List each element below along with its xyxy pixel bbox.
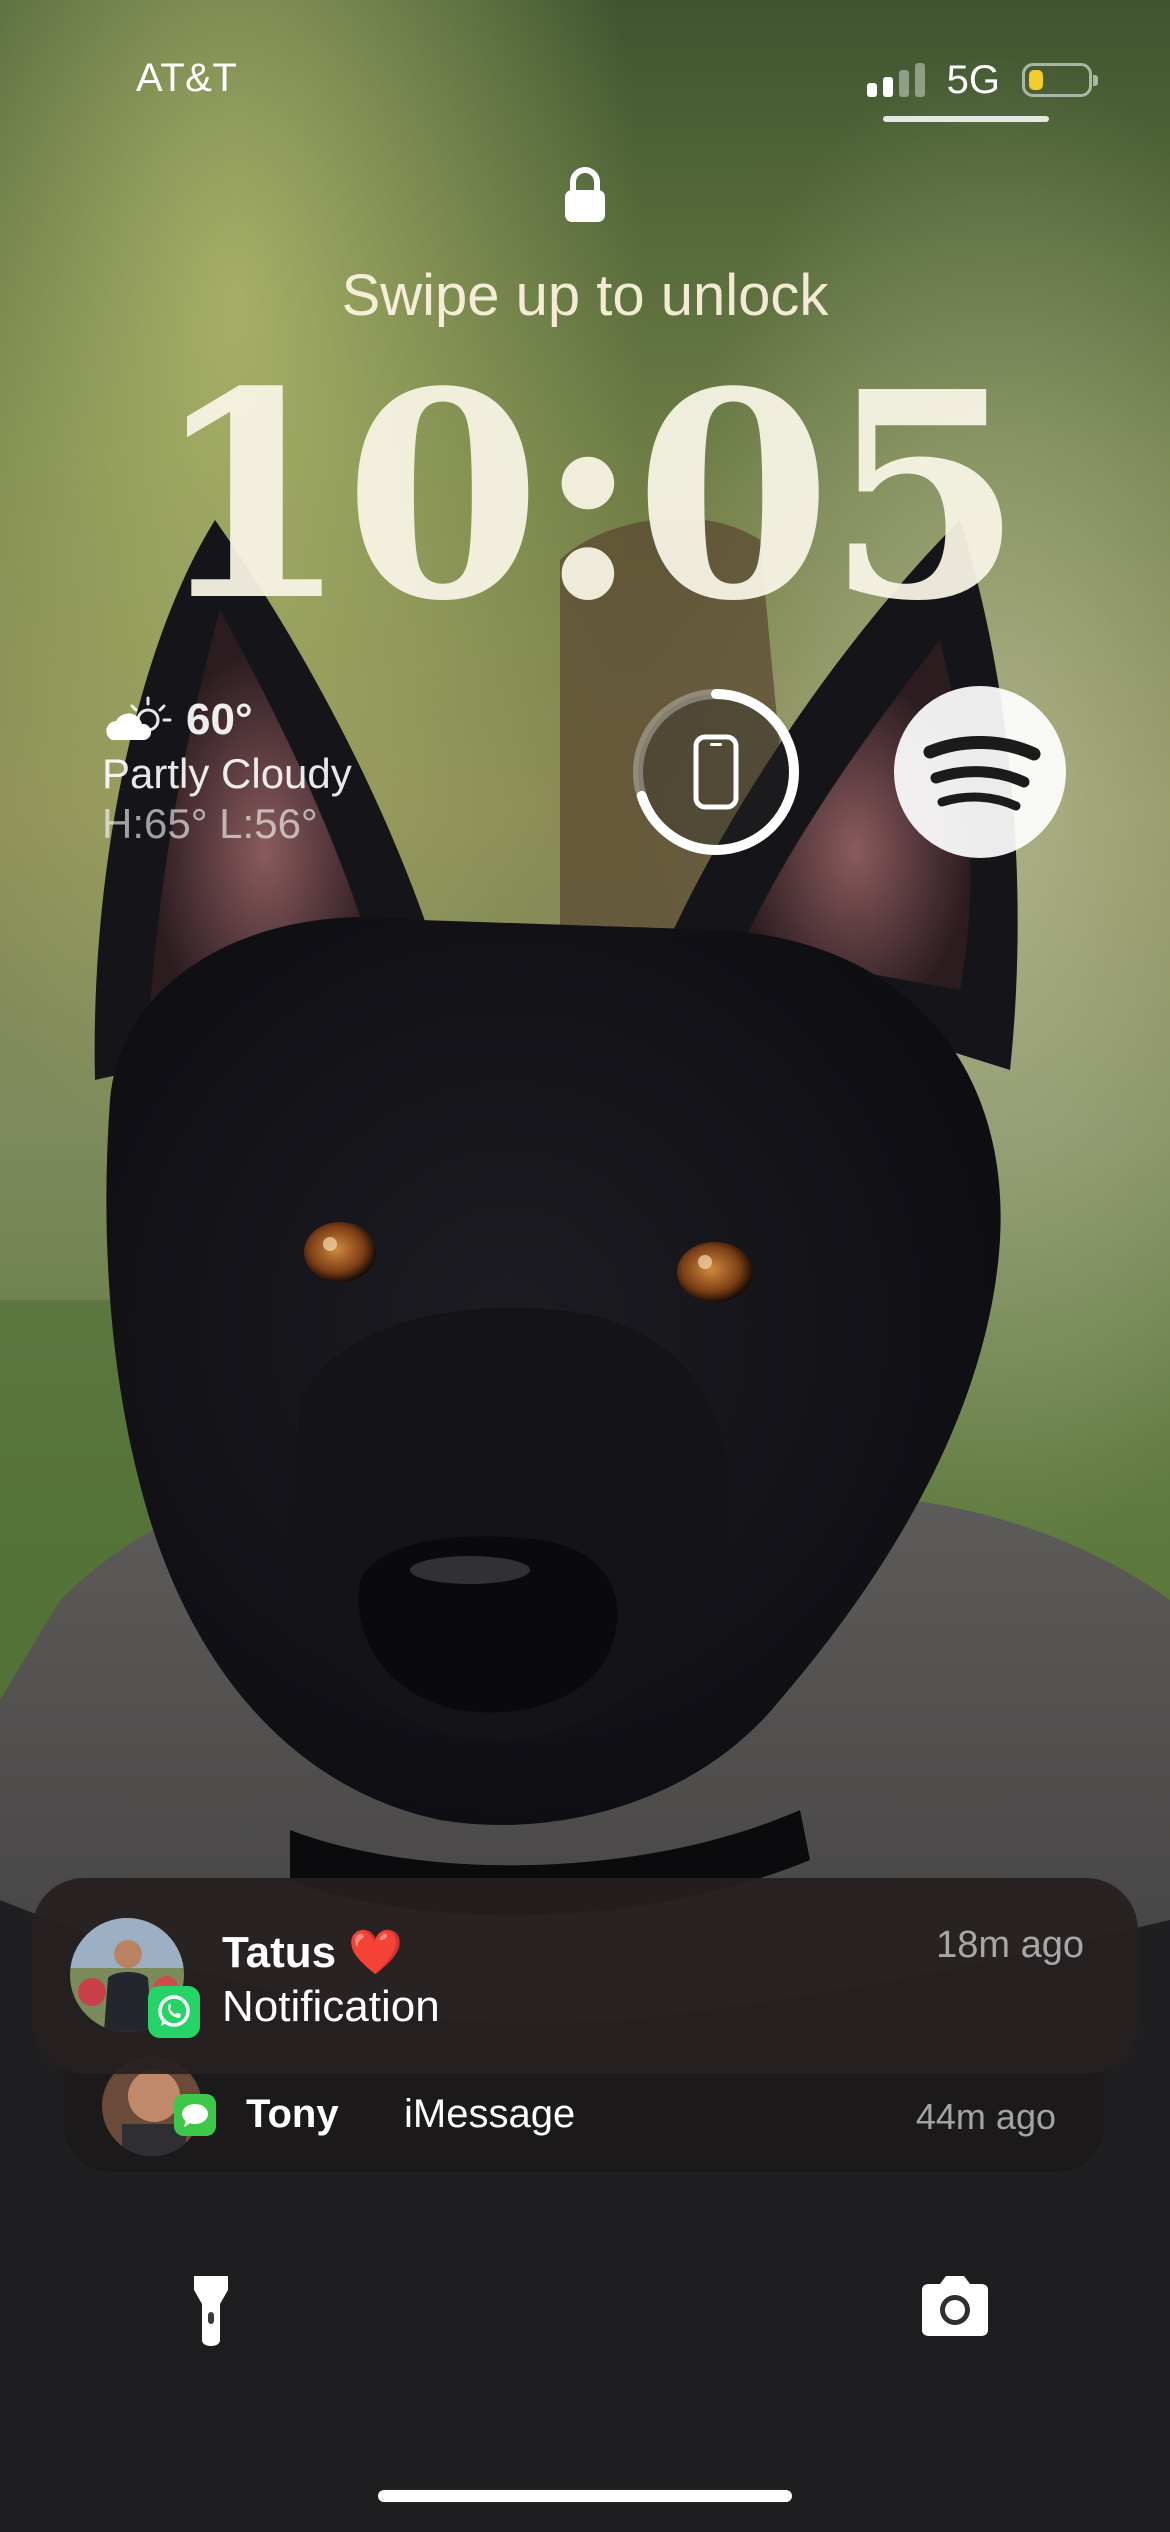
cellular-signal-icon [866, 63, 925, 97]
flashlight-icon [194, 2276, 228, 2346]
battery-widget[interactable] [630, 686, 802, 858]
notification-card[interactable]: Tatus ❤️ Notification 18m ago [32, 1878, 1138, 2074]
phone-icon [693, 734, 739, 810]
notification-body: Notification [222, 1982, 440, 2031]
network-type-label: 5G [946, 57, 1000, 102]
camera-icon [922, 2276, 988, 2336]
notification-body: iMessage [404, 2092, 576, 2136]
status-indicators[interactable]: 5G [866, 56, 1098, 104]
battery-icon [1022, 63, 1098, 97]
notification-sender: Tatus [222, 1928, 337, 1977]
notification-sender: Tony [246, 2092, 339, 2136]
spotify-icon [923, 735, 1041, 811]
weather-widget[interactable]: 60° Partly Cloudy H:65° L:56° [102, 694, 352, 848]
carrier-label: AT&T [136, 56, 238, 100]
heart-emoji: ❤️ [348, 1928, 404, 1977]
lock-icon [565, 167, 605, 222]
notification-time: 44m ago [915, 2096, 1056, 2137]
notification-sender-row: Tatus ❤️ [222, 1926, 403, 1978]
control-center-indicator[interactable] [883, 116, 1049, 122]
notification-time: 18m ago [936, 1924, 1084, 1966]
lock-screen-clock[interactable]: 10:05 [0, 346, 1170, 646]
swipe-up-hint: Swipe up to unlock [341, 263, 829, 328]
weather-high-low: H:65° L:56° [102, 800, 318, 847]
flashlight-button[interactable] [138, 2234, 284, 2380]
spotify-widget[interactable] [894, 686, 1066, 858]
weather-temperature: 60° [186, 695, 253, 744]
messages-icon [174, 2094, 216, 2136]
camera-button[interactable] [882, 2234, 1028, 2380]
whatsapp-icon [148, 1986, 200, 2038]
partly-cloudy-icon [106, 696, 172, 740]
home-indicator[interactable] [378, 2490, 792, 2502]
weather-condition: Partly Cloudy [102, 750, 352, 797]
